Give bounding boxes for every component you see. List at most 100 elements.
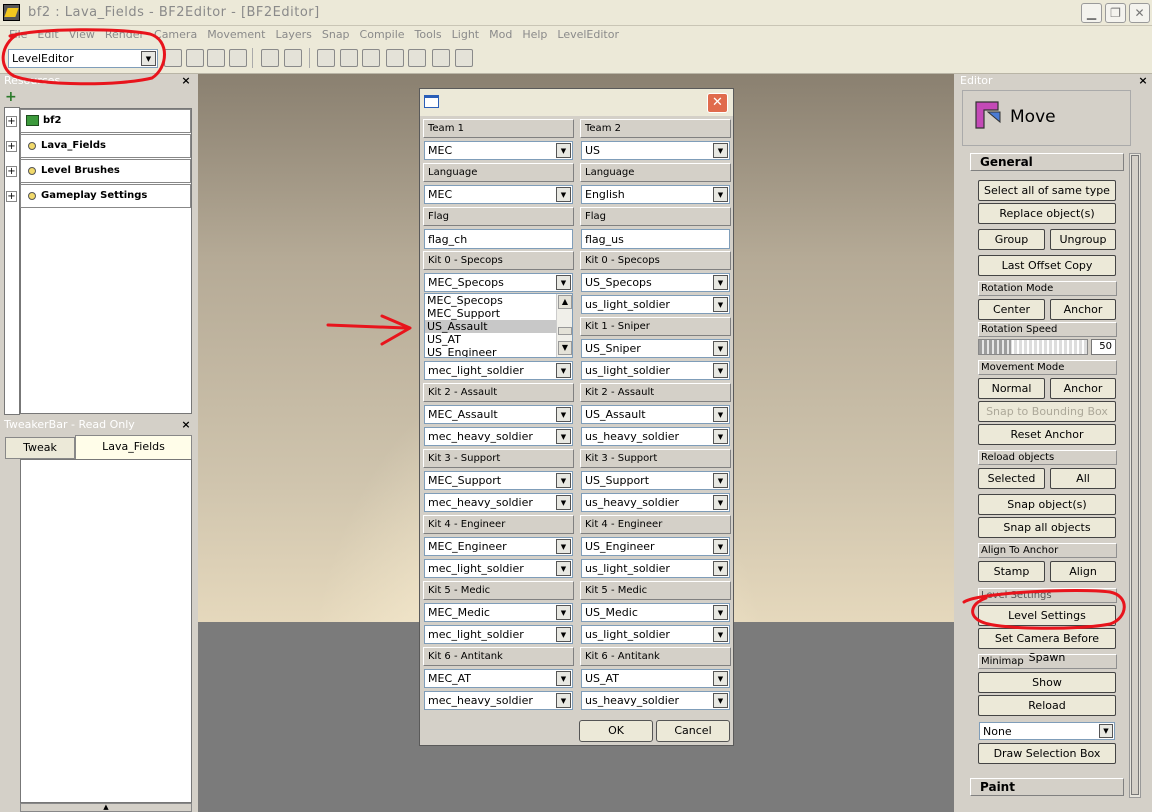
rotate-icon[interactable] <box>362 49 380 67</box>
stamp-button[interactable]: Stamp <box>978 561 1045 582</box>
paint-icon[interactable] <box>386 49 404 67</box>
cancel-button[interactable]: Cancel <box>656 720 730 742</box>
close-icon[interactable]: × <box>180 74 192 87</box>
menu-render[interactable]: Render <box>100 26 149 44</box>
scrollbar[interactable] <box>1129 153 1141 798</box>
menu-leveleditor[interactable]: LevelEditor <box>552 26 624 44</box>
align-button[interactable]: Align <box>1050 561 1116 582</box>
team1-select[interactable]: MEC ▼ <box>424 141 573 160</box>
minimize-button[interactable]: ▁ <box>1081 3 1102 23</box>
team2-select[interactable]: US ▼ <box>581 141 730 160</box>
menu-camera[interactable]: Camera <box>149 26 202 44</box>
save-icon[interactable] <box>207 49 225 67</box>
team2-kit1-select[interactable]: US_Sniper ▼ <box>581 339 730 358</box>
menu-file[interactable]: File <box>4 26 32 44</box>
kit-dropdown-list[interactable]: MEC_Specops MEC_Support US_Assault US_AT… <box>424 293 573 358</box>
grid-icon[interactable] <box>455 49 473 67</box>
team1-kit6-soldier-select[interactable]: mec_heavy_soldier ▼ <box>424 691 573 710</box>
general-header[interactable]: General <box>970 153 1124 171</box>
tree-item-lava-fields[interactable]: Lava_Fields <box>20 134 191 158</box>
team2-flag-field[interactable]: flag_us <box>581 229 730 249</box>
new-icon[interactable] <box>164 49 182 67</box>
team1-kit3-soldier-select[interactable]: mec_heavy_soldier ▼ <box>424 493 573 512</box>
scroll-down-icon[interactable]: ▼ <box>558 341 572 355</box>
tree-item-gameplay-settings[interactable]: Gameplay Settings <box>20 184 191 208</box>
menu-movement[interactable]: Movement <box>202 26 270 44</box>
normal-button[interactable]: Normal <box>978 378 1045 399</box>
team1-kit2-soldier-select[interactable]: mec_heavy_soldier ▼ <box>424 427 573 446</box>
menu-mod[interactable]: Mod <box>484 26 517 44</box>
rotation-speed-value[interactable]: 50 <box>1091 339 1116 355</box>
last-offset-copy-button[interactable]: Last Offset Copy <box>978 255 1116 276</box>
team1-kit4-select[interactable]: MEC_Engineer ▼ <box>424 537 573 556</box>
scroll-up-icon[interactable]: ▲ <box>558 295 572 309</box>
close-icon[interactable]: × <box>180 418 192 431</box>
selection-mode-select[interactable]: None ▼ <box>979 722 1115 740</box>
level-settings-button[interactable]: Level Settings <box>978 605 1116 626</box>
team1-kit6-select[interactable]: MEC_AT ▼ <box>424 669 573 688</box>
group-button[interactable]: Group <box>978 229 1045 250</box>
ruler-icon[interactable] <box>408 49 426 67</box>
select-same-type-button[interactable]: Select all of same type <box>978 180 1116 201</box>
snap-bounding-box-button[interactable]: Snap to Bounding Box <box>978 401 1116 422</box>
menu-edit[interactable]: Edit <box>32 26 63 44</box>
save-all-icon[interactable] <box>229 49 247 67</box>
minimap-show-button[interactable]: Show <box>978 672 1116 693</box>
scroll-thumb[interactable] <box>558 327 572 335</box>
team2-kit6-select[interactable]: US_AT ▼ <box>581 669 730 688</box>
team2-kit3-select[interactable]: US_Support ▼ <box>581 471 730 490</box>
team1-kit2-select[interactable]: MEC_Assault ▼ <box>424 405 573 424</box>
select-arrow-icon[interactable] <box>317 49 335 67</box>
rotation-anchor-button[interactable]: Anchor <box>1050 299 1116 320</box>
draw-selection-box-button[interactable]: Draw Selection Box <box>978 743 1116 764</box>
editor-select[interactable]: LevelEditor ▼ <box>8 49 158 68</box>
team1-kit4-soldier-select[interactable]: mec_light_soldier ▼ <box>424 559 573 578</box>
zoom-icon[interactable] <box>432 49 450 67</box>
set-camera-before-spawn-button[interactable]: Set Camera Before Spawn <box>978 628 1116 664</box>
team2-kit4-soldier-select[interactable]: us_light_soldier ▼ <box>581 559 730 578</box>
restore-button[interactable]: ❐ <box>1105 3 1126 23</box>
reload-selected-button[interactable]: Selected <box>978 468 1045 489</box>
expand-icon[interactable]: + <box>6 116 17 127</box>
team2-language-select[interactable]: English ▼ <box>581 185 730 204</box>
replace-objects-button[interactable]: Replace object(s) <box>978 203 1116 224</box>
movement-anchor-button[interactable]: Anchor <box>1050 378 1116 399</box>
tab-tweak[interactable]: Tweak <box>5 437 75 459</box>
ok-button[interactable]: OK <box>579 720 653 742</box>
tree-item-bf2[interactable]: bf2 <box>20 109 191 133</box>
center-button[interactable]: Center <box>978 299 1045 320</box>
team2-kit5-select[interactable]: US_Medic ▼ <box>581 603 730 622</box>
ungroup-button[interactable]: Ungroup <box>1050 229 1116 250</box>
menu-snap[interactable]: Snap <box>317 26 355 44</box>
team1-flag-field[interactable]: flag_ch <box>424 229 573 249</box>
reset-anchor-button[interactable]: Reset Anchor <box>978 424 1116 445</box>
menu-layers[interactable]: Layers <box>270 26 316 44</box>
list-item[interactable]: US_AT <box>425 333 572 346</box>
menu-light[interactable]: Light <box>447 26 484 44</box>
list-item[interactable]: MEC_Support <box>425 307 572 320</box>
list-item[interactable]: US_Engineer <box>425 346 572 357</box>
team1-language-select[interactable]: MEC ▼ <box>424 185 573 204</box>
export-icon[interactable] <box>284 49 302 67</box>
team2-kit4-select[interactable]: US_Engineer ▼ <box>581 537 730 556</box>
open-icon[interactable] <box>186 49 204 67</box>
tree-item-level-brushes[interactable]: Level Brushes <box>20 159 191 183</box>
scroll-up-icon[interactable]: ▲ <box>20 803 192 812</box>
team2-kit1-soldier-select[interactable]: us_light_soldier ▼ <box>581 361 730 380</box>
team2-kit0-soldier-select[interactable]: us_light_soldier ▼ <box>581 295 730 314</box>
minimap-reload-button[interactable]: Reload <box>978 695 1116 716</box>
team1-kit5-soldier-select[interactable]: mec_light_soldier ▼ <box>424 625 573 644</box>
team2-kit3-soldier-select[interactable]: us_heavy_soldier ▼ <box>581 493 730 512</box>
snap-objects-button[interactable]: Snap object(s) <box>978 494 1116 515</box>
close-icon[interactable]: ✕ <box>707 93 728 113</box>
paint-header[interactable]: Paint <box>970 778 1124 796</box>
import-icon[interactable] <box>261 49 279 67</box>
reload-all-button[interactable]: All <box>1050 468 1116 489</box>
scrollbar[interactable]: ▲ ▼ <box>556 294 572 357</box>
team2-kit5-soldier-select[interactable]: us_light_soldier ▼ <box>581 625 730 644</box>
menu-compile[interactable]: Compile <box>355 26 410 44</box>
scroll-thumb[interactable] <box>1131 155 1139 795</box>
team1-kit0-select[interactable]: MEC_Specops ▼ <box>424 273 573 292</box>
tab-lava-fields[interactable]: Lava_Fields <box>75 435 192 459</box>
snap-all-objects-button[interactable]: Snap all objects <box>978 517 1116 538</box>
